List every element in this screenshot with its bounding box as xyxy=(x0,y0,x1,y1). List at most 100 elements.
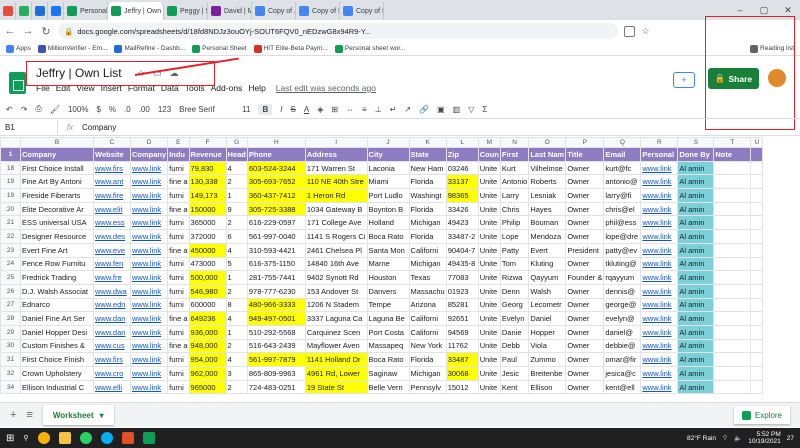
cell[interactable] xyxy=(713,160,752,176)
cell[interactable]: Danie xyxy=(499,324,530,340)
cell[interactable]: Al amin xyxy=(677,352,715,367)
cell[interactable]: First Choice Finish xyxy=(20,352,94,367)
cell[interactable]: 171 College Ave xyxy=(304,215,368,231)
cell[interactable] xyxy=(750,229,764,244)
caret-down-icon[interactable]: ▾ xyxy=(100,411,104,420)
cell[interactable]: New Ham xyxy=(408,160,447,176)
cell[interactable]: Laconia xyxy=(366,160,410,176)
cell[interactable]: furni xyxy=(167,270,190,285)
cell[interactable]: Al amin xyxy=(677,256,715,272)
cell[interactable] xyxy=(713,352,752,367)
row-number[interactable]: 34 xyxy=(0,379,21,395)
cell[interactable]: Rizwa xyxy=(499,270,530,285)
cell[interactable]: furni xyxy=(167,188,190,203)
cell[interactable]: Californi xyxy=(408,311,447,326)
cell[interactable]: www.des xyxy=(93,229,131,244)
cell[interactable]: 510-292-5568 xyxy=(246,324,306,340)
cell[interactable] xyxy=(713,270,752,285)
add-sheet-icon[interactable]: + xyxy=(10,409,16,421)
cell[interactable]: Roberts xyxy=(528,174,567,190)
cell[interactable]: www.eve xyxy=(93,242,131,258)
cell[interactable]: 1 xyxy=(225,188,248,203)
cell[interactable]: Owner xyxy=(565,379,605,395)
column-header[interactable]: D xyxy=(129,137,169,148)
decrease-decimal-button[interactable]: .0 xyxy=(124,105,131,114)
header-cell[interactable]: Title xyxy=(565,147,605,162)
row-number[interactable]: 31 xyxy=(0,352,21,367)
cell[interactable]: 2 xyxy=(225,379,248,395)
cell[interactable]: Kurt xyxy=(499,160,530,176)
cell[interactable]: 110 NE 40th Stre xyxy=(304,174,368,190)
weather-text[interactable]: 82°F Rain xyxy=(687,435,716,442)
cell[interactable]: Owner xyxy=(565,297,605,313)
cell[interactable]: 954,000 xyxy=(188,352,227,367)
browser-tab[interactable] xyxy=(0,2,16,20)
column-header[interactable]: O xyxy=(528,137,567,148)
cell[interactable]: Owner xyxy=(565,366,605,381)
cell[interactable]: Houston xyxy=(366,270,410,285)
cell[interactable]: Qayyum xyxy=(528,270,567,285)
cell[interactable]: 616-229-0597 xyxy=(246,215,306,231)
header-cell[interactable]: First xyxy=(499,147,530,162)
cell[interactable]: www.link xyxy=(640,270,679,285)
cell[interactable]: Danvers xyxy=(366,283,410,299)
column-header[interactable]: F xyxy=(188,137,227,148)
cell[interactable]: Al amin xyxy=(677,270,715,285)
cell[interactable]: 9402 Synott Rd xyxy=(304,270,368,285)
menu-item[interactable]: Help xyxy=(248,83,265,93)
cell[interactable]: antonio@ xyxy=(603,174,642,190)
whatsapp-taskbar-icon[interactable] xyxy=(79,432,92,444)
cell[interactable]: www.link xyxy=(129,270,169,285)
cell[interactable]: Owner xyxy=(565,352,605,367)
cell[interactable]: 8 xyxy=(225,297,248,313)
cell[interactable]: Boca Rato xyxy=(366,352,410,367)
column-header[interactable]: R xyxy=(640,137,679,148)
cell[interactable]: 03246 xyxy=(445,160,479,176)
cell[interactable]: ESS universal USA xyxy=(20,215,94,231)
font-size-select[interactable]: 11 xyxy=(242,105,250,114)
cell-table[interactable]: B C D E F G H I J K L M N O P Q R S T U 1 Company Website Compa… xyxy=(0,137,764,395)
cell[interactable] xyxy=(713,188,752,203)
cell[interactable]: www.link xyxy=(640,229,679,244)
cell[interactable]: 6 xyxy=(225,229,248,244)
cell[interactable]: 305-693-7652 xyxy=(246,174,306,190)
select-all-corner[interactable] xyxy=(0,137,21,148)
cell[interactable]: Zummo xyxy=(528,352,567,367)
cell[interactable]: Unite xyxy=(477,324,501,340)
cell[interactable]: Owner xyxy=(565,201,605,217)
zoom-select[interactable]: 100% xyxy=(68,105,88,114)
cell[interactable] xyxy=(713,283,752,299)
cell[interactable]: 01923 xyxy=(445,283,479,299)
cell[interactable]: 4 xyxy=(225,311,248,326)
percent-button[interactable]: % xyxy=(109,105,116,114)
cell[interactable]: www.cro xyxy=(93,366,131,381)
cell[interactable]: Holland xyxy=(366,215,410,231)
header-cell[interactable]: Done By xyxy=(677,147,715,162)
cell[interactable]: www.link xyxy=(640,352,679,367)
header-cell[interactable]: State xyxy=(408,147,447,162)
cell[interactable]: Miami xyxy=(366,174,410,190)
cell[interactable]: www.link xyxy=(640,311,679,326)
forward-icon[interactable]: → xyxy=(22,25,34,37)
cell[interactable]: Carquinez Scen xyxy=(304,324,368,340)
row-number[interactable]: 26 xyxy=(0,283,21,299)
header-cell[interactable]: Note xyxy=(713,147,752,162)
cell[interactable] xyxy=(713,297,752,313)
cell[interactable] xyxy=(713,174,752,190)
bookmark-item[interactable]: Personal Sheet xyxy=(192,44,247,53)
notification-badge[interactable]: 27 xyxy=(787,435,794,442)
cell[interactable]: Unite xyxy=(477,201,501,217)
cell[interactable]: 561-997-0040 xyxy=(246,229,306,244)
cell[interactable]: 865-809-9963 xyxy=(246,366,306,381)
header-cell[interactable]: Coun xyxy=(477,147,501,162)
cell[interactable]: Laguna Be xyxy=(366,311,410,326)
currency-button[interactable]: $ xyxy=(96,105,100,114)
cell[interactable]: www.ess xyxy=(93,215,131,231)
cell[interactable]: 33487 xyxy=(445,352,479,367)
cell[interactable] xyxy=(750,283,764,299)
column-header[interactable]: B xyxy=(20,137,94,148)
cell[interactable]: furni xyxy=(167,324,190,340)
cell[interactable]: Port Costa xyxy=(366,324,410,340)
cell[interactable]: furni xyxy=(167,283,190,299)
cell[interactable]: Unite xyxy=(477,160,501,176)
